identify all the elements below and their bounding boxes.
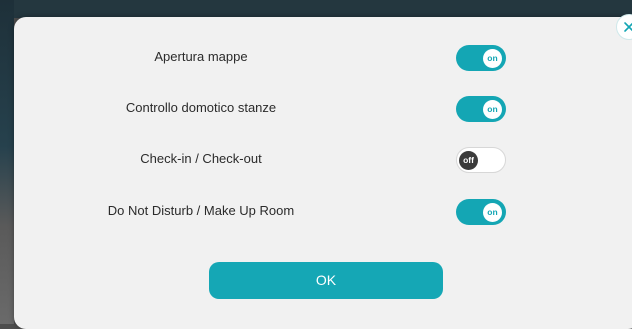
setting-row-check-in-out: Check-in / Check-out off xyxy=(28,145,508,175)
ok-button[interactable]: OK xyxy=(209,262,443,299)
setting-row-do-not-disturb: Do Not Disturb / Make Up Room on xyxy=(28,197,508,227)
toggle-do-not-disturb[interactable]: on xyxy=(456,199,506,225)
setting-label: Apertura mappe xyxy=(154,49,248,64)
setting-row-apertura-mappe: Apertura mappe on xyxy=(28,43,508,73)
toggle-knob: on xyxy=(483,48,502,68)
toggle-knob: on xyxy=(483,202,502,222)
setting-label: Controllo domotico stanze xyxy=(125,100,277,115)
toggle-knob: off xyxy=(459,150,478,170)
toggle-apertura-mappe[interactable]: on xyxy=(456,45,506,71)
toggle-controllo-domotico[interactable]: on xyxy=(456,96,506,122)
setting-label: Do Not Disturb / Make Up Room xyxy=(107,203,295,218)
setting-label: Check-in / Check-out xyxy=(140,151,262,166)
setting-row-controllo-domotico: Controllo domotico stanze on xyxy=(28,94,508,124)
settings-dialog: Apertura mappe on Controllo domotico sta… xyxy=(14,17,632,329)
close-icon xyxy=(624,22,632,32)
background-page xyxy=(0,0,14,324)
toggle-knob: on xyxy=(483,99,502,119)
background-header xyxy=(0,0,632,18)
toggle-check-in-out[interactable]: off xyxy=(456,147,506,173)
